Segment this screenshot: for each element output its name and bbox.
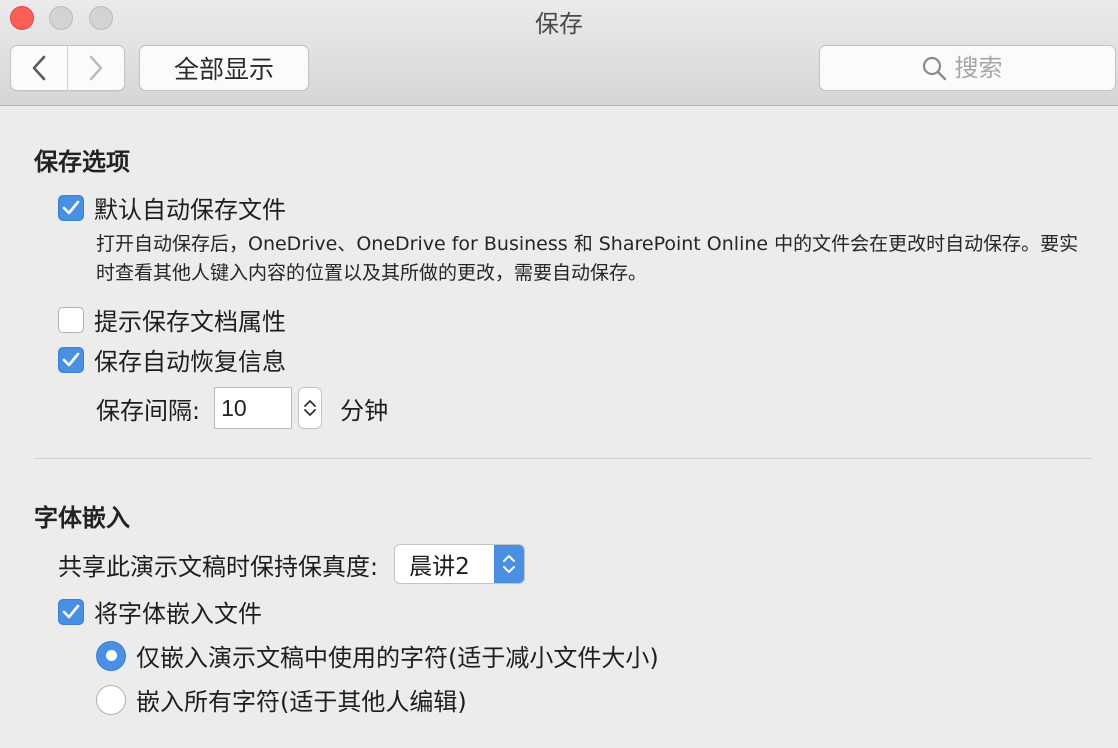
- embed-used-chars-label: 仅嵌入演示文稿中使用的字符(适于减小文件大小): [136, 644, 659, 672]
- chevron-down-icon: [304, 409, 316, 416]
- chevron-left-icon: [32, 55, 46, 81]
- back-button[interactable]: [11, 46, 67, 90]
- prompt-properties-option[interactable]: 提示保存文档属性: [58, 302, 286, 337]
- checkmark-icon: [62, 200, 80, 214]
- checkmark-icon: [62, 352, 80, 366]
- navigation-buttons: [10, 45, 125, 91]
- save-interval-field[interactable]: 10: [214, 387, 293, 429]
- show-all-button[interactable]: 全部显示: [139, 45, 309, 91]
- embed-fonts-label: 将字体嵌入文件: [94, 600, 262, 628]
- embed-all-chars-option[interactable]: 嵌入所有字符(适于其他人编辑): [96, 682, 467, 717]
- title-bar: 保存 全部显示: [0, 0, 1118, 106]
- embed-used-chars-option[interactable]: 仅嵌入演示文稿中使用的字符(适于减小文件大小): [96, 638, 659, 673]
- search-icon: [922, 56, 946, 81]
- fidelity-selected-value: 晨讲2: [409, 554, 470, 580]
- search-input[interactable]: [954, 54, 1015, 82]
- fidelity-row: 共享此演示文稿时保持保真度: 晨讲2: [58, 544, 526, 584]
- autosave-option[interactable]: 默认自动保存文件: [58, 190, 286, 225]
- embed-fonts-checkbox[interactable]: [58, 598, 84, 625]
- window-title: 保存: [535, 10, 583, 38]
- embed-all-chars-radio[interactable]: [96, 684, 126, 715]
- embed-used-chars-radio[interactable]: [96, 640, 126, 671]
- embed-fonts-option[interactable]: 将字体嵌入文件: [58, 594, 262, 629]
- checkmark-icon: [62, 604, 80, 618]
- search-field[interactable]: [819, 45, 1116, 91]
- save-interval-stepper[interactable]: [298, 387, 323, 429]
- autosave-checkbox[interactable]: [58, 194, 84, 221]
- save-interval-row: 保存间隔: 10 分钟: [96, 387, 388, 429]
- popup-arrows-icon: [494, 545, 525, 583]
- autorecover-option[interactable]: 保存自动恢复信息: [58, 342, 286, 377]
- autosave-label: 默认自动保存文件: [94, 196, 286, 224]
- save-interval-label: 保存间隔:: [96, 396, 201, 425]
- prompt-properties-checkbox[interactable]: [58, 306, 84, 333]
- autorecover-checkbox[interactable]: [58, 346, 84, 373]
- save-options-heading: 保存选项: [34, 148, 130, 176]
- autosave-description: 打开自动保存后，OneDrive、OneDrive for Business 和…: [96, 233, 1079, 284]
- prompt-properties-label: 提示保存文档属性: [94, 308, 286, 336]
- forward-button[interactable]: [67, 46, 124, 90]
- embed-all-chars-label: 嵌入所有字符(适于其他人编辑): [136, 688, 467, 716]
- autorecover-label: 保存自动恢复信息: [94, 348, 286, 376]
- section-divider: [34, 458, 1092, 459]
- chevron-right-icon: [89, 55, 103, 81]
- fidelity-label: 共享此演示文稿时保持保真度:: [58, 552, 379, 581]
- fidelity-popup-button[interactable]: 晨讲2: [394, 544, 526, 584]
- save-interval-unit: 分钟: [340, 396, 389, 425]
- font-embedding-heading: 字体嵌入: [34, 504, 130, 532]
- chevron-up-icon: [304, 400, 316, 407]
